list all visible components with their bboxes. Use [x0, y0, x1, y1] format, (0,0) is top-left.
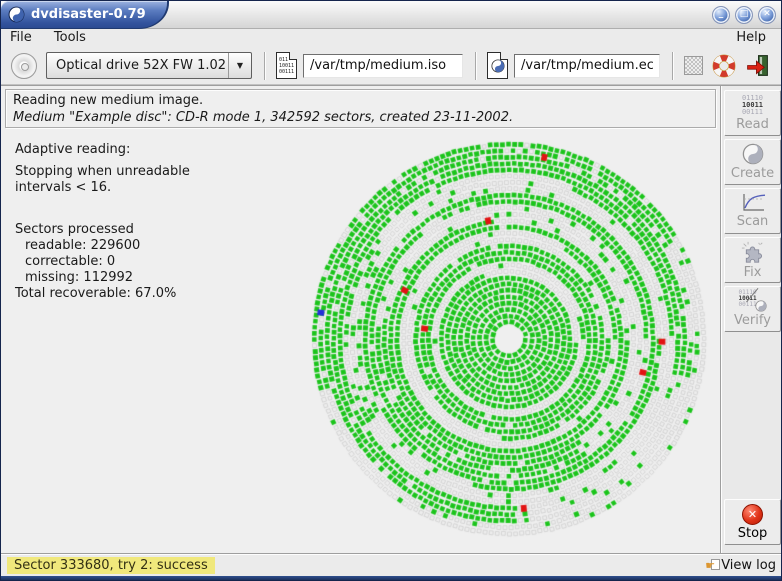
iso-path-input[interactable] — [303, 54, 463, 78]
fix-label: Fix — [744, 265, 762, 280]
window-bottom-edge — [1, 576, 781, 581]
action-sidebar: 01110 10011 00111 Read Create Scan — [720, 85, 782, 553]
read-button[interactable]: 01110 10011 00111 Read — [724, 90, 781, 136]
fix-button[interactable]: Fix — [724, 237, 781, 283]
correctable-count: correctable: 0 — [15, 254, 190, 270]
total-recoverable: Total recoverable: 67.0% — [15, 286, 190, 302]
sectors-heading: Sectors processed — [15, 222, 190, 238]
drive-select-value: Optical drive 52X FW 1.02 — [47, 58, 228, 73]
title-tab: dvdisaster-0.79 — [1, 1, 169, 29]
missing-count: missing: 112992 — [15, 270, 190, 286]
close-icon: ✕ — [763, 9, 771, 19]
preferences-icon[interactable] — [684, 56, 703, 75]
message-panel: Reading new medium image. Medium "Exampl… — [5, 89, 716, 128]
toolbar: Optical drive 52X FW 1.02 ▼ 011 10011 00… — [1, 47, 781, 85]
message-line1: Reading new medium image. — [13, 92, 715, 109]
stop-icon: ✕ — [742, 504, 763, 525]
toolbar-separator — [264, 52, 266, 80]
main-area: Reading new medium image. Medium "Exampl… — [1, 85, 720, 553]
message-line2: Medium "Example disc": CD-R mode 1, 3425… — [13, 109, 715, 126]
ecc-file-icon — [487, 52, 508, 79]
view-log-button[interactable]: ☛ View log — [705, 556, 776, 575]
read-label: Read — [736, 117, 769, 132]
scan-label: Scan — [737, 214, 769, 229]
chevron-down-icon: ▼ — [228, 53, 251, 78]
verify-icon: 01110 10011 00111 — [739, 290, 767, 312]
info-panel: Adaptive reading: Stopping when unreadab… — [15, 142, 190, 302]
menu-file[interactable]: File — [1, 29, 41, 47]
drive-icon — [11, 53, 37, 79]
reading-mode-heading: Adaptive reading: — [15, 142, 190, 158]
quit-door-icon — [745, 53, 770, 78]
scan-button[interactable]: Scan — [724, 188, 781, 234]
stopping-line1: Stopping when unreadable — [15, 164, 190, 180]
create-yinyang-icon — [742, 143, 764, 165]
quit-button[interactable] — [745, 53, 770, 78]
window-title: dvdisaster-0.79 — [31, 7, 146, 22]
lifebuoy-icon — [712, 54, 736, 78]
disc-spiral-visualization — [289, 130, 729, 554]
close-button[interactable]: ✕ — [758, 6, 776, 24]
create-button[interactable]: Create — [724, 139, 781, 185]
minimize-button[interactable]: _ — [712, 6, 730, 24]
readable-count: readable: 229600 — [15, 238, 190, 254]
drive-select[interactable]: Optical drive 52X FW 1.02 ▼ — [46, 52, 252, 79]
app-window: dvdisaster-0.79 _ □ ✕ File Tools Help Op… — [0, 0, 782, 581]
statusbar: Sector 333680, try 2: success ☛ View log — [1, 553, 781, 576]
app-yinyang-icon — [8, 6, 25, 23]
iso-icon-row: 00111 — [279, 69, 296, 75]
menu-tools[interactable]: Tools — [45, 29, 95, 47]
toolbar-separator — [672, 52, 674, 80]
stop-button[interactable]: ✕ Stop — [724, 499, 781, 545]
verify-button[interactable]: 01110 10011 00111 Verify — [724, 286, 781, 332]
help-button[interactable] — [712, 54, 736, 78]
stopping-line2: intervals < 16. — [15, 180, 190, 196]
titlebar[interactable]: dvdisaster-0.79 _ □ ✕ — [1, 1, 781, 29]
menubar: File Tools Help — [1, 29, 781, 47]
stop-label: Stop — [738, 526, 768, 541]
maximize-icon: □ — [740, 9, 749, 19]
ecc-yinyang-icon — [491, 59, 505, 73]
verify-label: Verify — [734, 313, 771, 328]
status-message: Sector 333680, try 2: success — [7, 557, 215, 574]
create-label: Create — [731, 166, 774, 181]
fix-puzzle-icon — [741, 241, 764, 264]
toolbar-separator — [475, 52, 477, 80]
minimize-icon: _ — [719, 9, 724, 19]
ecc-path-input[interactable] — [514, 54, 660, 78]
maximize-button[interactable]: □ — [735, 6, 753, 24]
scan-icon — [740, 193, 766, 213]
view-log-label: View log — [721, 556, 776, 575]
iso-file-icon: 011 10011 00111 — [276, 52, 297, 79]
menu-help[interactable]: Help — [727, 29, 775, 47]
read-icon: 01110 10011 00111 — [742, 95, 763, 116]
view-log-icon: ☛ — [705, 558, 720, 573]
